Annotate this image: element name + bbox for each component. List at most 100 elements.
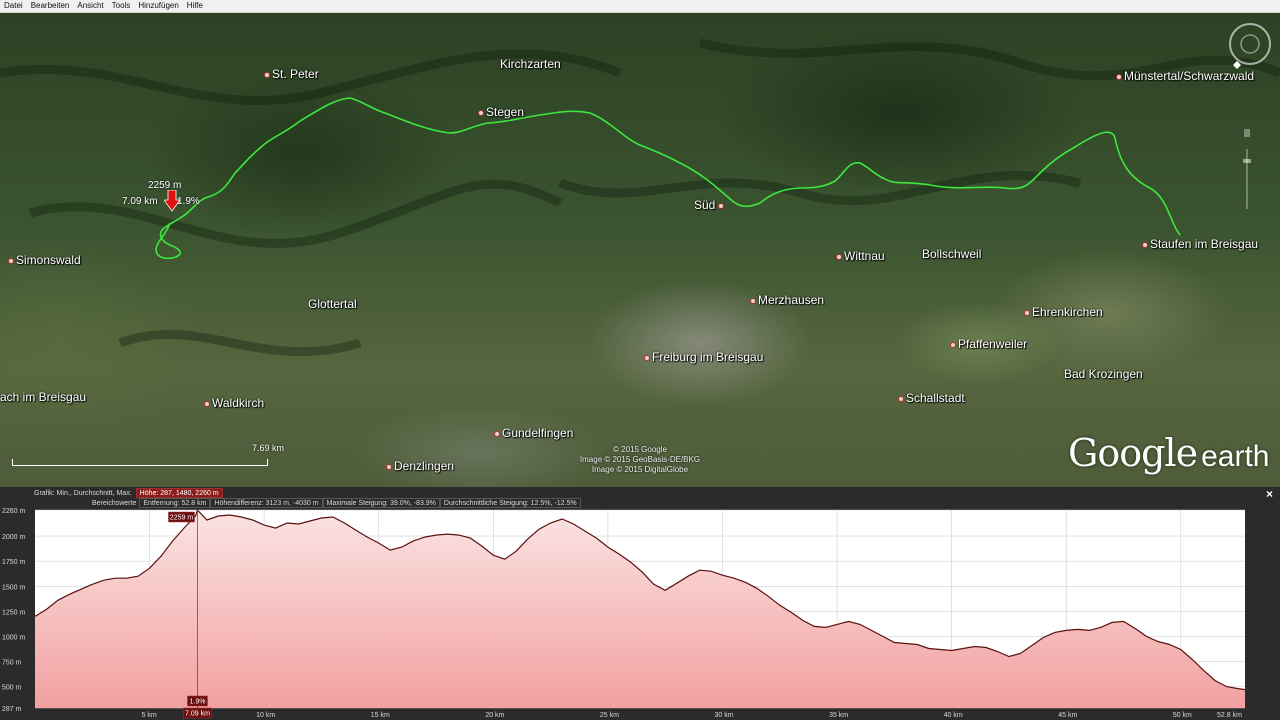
place-label: Schallstadt <box>906 391 965 405</box>
place-merzhausen[interactable]: Merzhausen <box>750 293 824 307</box>
x-tick-label: 30 km <box>715 712 734 719</box>
marker-distance-label: 7.09 km <box>122 196 158 207</box>
place-dot-icon <box>478 109 484 116</box>
attribution-line: Image © 2015 DigitalGlobe <box>591 465 689 474</box>
place-stegen[interactable]: Stegen <box>478 105 524 119</box>
scale-label: 7.69 km <box>252 443 285 453</box>
place-label: Kirchzarten <box>500 57 561 71</box>
place-label: St. Peter <box>272 67 319 81</box>
place-bad-krozingen[interactable]: Bad Krozingen <box>1064 367 1143 381</box>
place-ach-im-breisgau[interactable]: ach im Breisgau <box>0 390 86 404</box>
place-dot-icon <box>494 430 500 437</box>
place-ehrenkirchen[interactable]: Ehrenkirchen <box>1024 305 1103 319</box>
place-freiburg[interactable]: Freiburg im Breisgau <box>644 350 763 364</box>
place-label: Staufen im Breisgau <box>1150 237 1259 251</box>
place-dot-icon <box>1024 309 1030 316</box>
place-pfaffenweiler[interactable]: Pfaffenweiler <box>950 337 1027 351</box>
place-label: Bad Krozingen <box>1064 367 1143 381</box>
cursor-distance-badge: 7.09 km <box>185 711 210 718</box>
place-label: Freiburg im Breisgau <box>652 350 764 364</box>
x-tick-label: 20 km <box>485 712 504 719</box>
attribution: © 2015 Google Image © 2015 GeoBasis-DE/B… <box>560 445 720 475</box>
x-tick-label: 52.8 km <box>1217 712 1242 719</box>
logo-google-text: Google <box>1068 431 1198 475</box>
x-tick-label: 5 km <box>142 712 157 719</box>
place-staufen[interactable]: Staufen im Breisgau <box>1142 237 1258 251</box>
menu-bearbeiten[interactable]: Bearbeiten <box>31 0 70 12</box>
place-dot-icon <box>1116 73 1122 80</box>
place-sued[interactable]: Süd <box>694 198 726 212</box>
place-waldkirch[interactable]: Waldkirch <box>204 396 264 410</box>
place-label: Waldkirch <box>212 396 265 410</box>
place-denzlingen[interactable]: Denzlingen <box>386 459 454 473</box>
place-dot-icon <box>718 202 725 209</box>
y-tick-label: 1250 m <box>2 609 26 616</box>
elevation-chart[interactable]: 287 m 500 m 750 m 1000 m 1250 m 1500 m 1750 m 2… <box>0 487 1280 720</box>
x-tick-label: 10 km <box>256 712 275 719</box>
place-label: Bollschweil <box>922 247 982 261</box>
y-tick-label: 500 m <box>2 685 22 692</box>
place-label: Merzhausen <box>758 293 825 307</box>
place-dot-icon <box>204 400 210 407</box>
place-glottertal[interactable]: Glottertal <box>308 297 357 311</box>
place-label: ach im Breisgau <box>0 390 87 404</box>
logo-earth-text: earth <box>1201 440 1270 473</box>
menu-tools[interactable]: Tools <box>112 0 131 12</box>
place-label: Stegen <box>486 105 525 119</box>
place-gundelfingen[interactable]: Gundelfingen <box>494 426 573 440</box>
place-wittnau[interactable]: Wittnau <box>836 249 885 263</box>
place-label: Glottertal <box>308 297 357 311</box>
cursor-elevation-badge: 2259 m <box>170 515 194 522</box>
navigation-controls[interactable] <box>1225 19 1275 219</box>
x-tick-label: 40 km <box>944 712 963 719</box>
google-earth-logo: Google earth <box>1068 431 1269 475</box>
menu-hinzufuegen[interactable]: Hinzufügen <box>138 0 178 12</box>
scale-bar <box>12 459 268 466</box>
look-joystick-icon[interactable] <box>1229 23 1271 65</box>
place-dot-icon <box>8 257 14 264</box>
place-dot-icon <box>898 395 904 402</box>
x-tick-label: 35 km <box>829 712 848 719</box>
move-control-icon[interactable] <box>1244 129 1250 137</box>
place-label: Ehrenkirchen <box>1032 305 1103 319</box>
elevation-profile-panel[interactable]: × Grafik: Min., Durchschnitt, Max: Höhe:… <box>0 487 1280 720</box>
place-st-peter[interactable]: St. Peter <box>264 67 319 81</box>
menu-ansicht[interactable]: Ansicht <box>77 0 103 12</box>
menu-datei[interactable]: Datei <box>4 0 23 12</box>
place-dot-icon <box>644 354 650 361</box>
x-tick-label: 45 km <box>1058 712 1077 719</box>
menu-hilfe[interactable]: Hilfe <box>187 0 203 12</box>
cursor-slope-badge: 1.9% <box>189 699 205 706</box>
y-tick-label: 1500 m <box>2 584 26 591</box>
position-marker-icon[interactable] <box>164 190 180 212</box>
place-kirchzarten[interactable]: Kirchzarten <box>500 57 561 71</box>
y-tick-label: 1750 m <box>2 559 26 566</box>
place-dot-icon <box>386 463 392 470</box>
place-simonswald[interactable]: Simonswald <box>8 253 81 267</box>
place-label: Wittnau <box>844 249 885 263</box>
map-overlay <box>0 38 1280 357</box>
place-schallstadt[interactable]: Schallstadt <box>898 391 965 405</box>
menu-bar: Datei Bearbeiten Ansicht Tools Hinzufüge… <box>0 0 1280 13</box>
x-tick-label: 50 km <box>1173 712 1192 719</box>
map-view[interactable]: St. Peter Kirchzarten Stegen Münstertal/… <box>0 13 1280 487</box>
x-tick-label: 15 km <box>371 712 390 719</box>
place-label: Pfaffenweiler <box>958 337 1028 351</box>
y-tick-label: 2260 m <box>2 508 26 515</box>
place-dot-icon <box>750 297 756 304</box>
place-label: Gundelfingen <box>502 426 574 440</box>
zoom-slider-handle[interactable] <box>1243 159 1251 163</box>
place-label: Simonswald <box>16 253 81 267</box>
compass-ring-icon[interactable] <box>1240 34 1260 54</box>
x-tick-label: 25 km <box>600 712 619 719</box>
place-dot-icon <box>264 71 270 78</box>
y-tick-label: 287 m <box>2 706 22 713</box>
place-label: Süd <box>694 198 716 212</box>
place-dot-icon <box>836 253 842 260</box>
place-dot-icon <box>950 341 956 348</box>
place-dot-icon <box>1142 241 1148 248</box>
y-tick-label: 2000 m <box>2 534 26 541</box>
attribution-line: Image © 2015 GeoBasis-DE/BKG <box>579 455 701 464</box>
place-bollschweil[interactable]: Bollschweil <box>922 247 981 261</box>
place-label: Denzlingen <box>394 459 455 473</box>
